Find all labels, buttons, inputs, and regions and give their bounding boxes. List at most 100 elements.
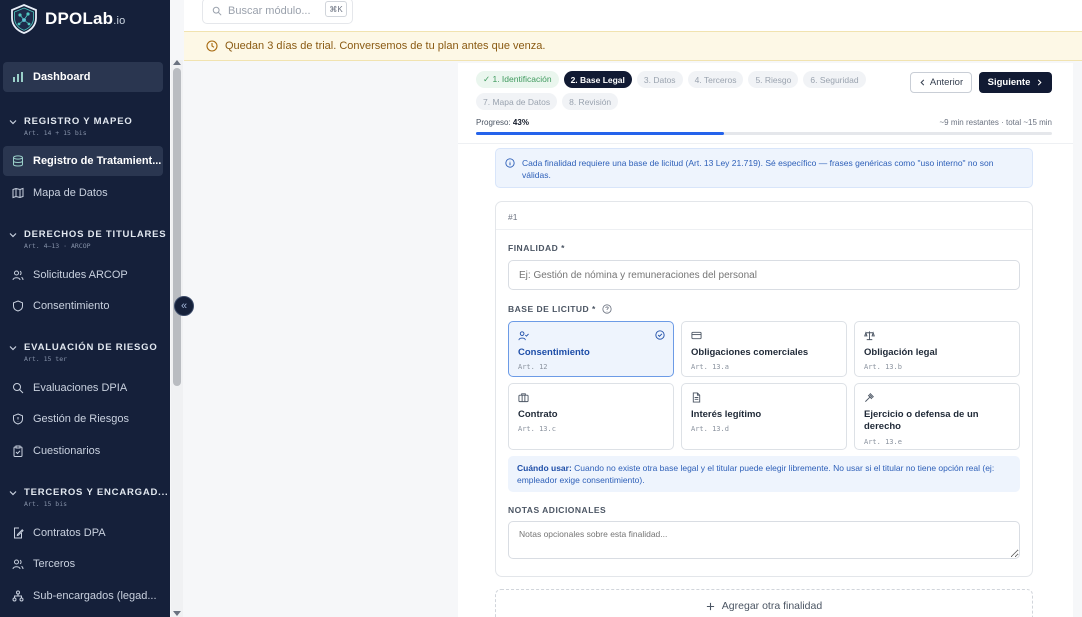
sidebar-item-contratos-dpa[interactable]: Contratos DPA <box>3 518 163 548</box>
purpose-number: #1 <box>508 212 518 222</box>
divider <box>496 229 1032 230</box>
basis-hint: Cuándo usar: Cuando no existe otra base … <box>508 456 1020 492</box>
next-button[interactable]: Siguiente <box>979 72 1052 93</box>
sidebar-item-evaluaciones-dpia[interactable]: Evaluaciones DPIA <box>3 373 163 403</box>
sidebar-item-sub-encargados[interactable]: Sub-encargados (legad... <box>3 581 163 611</box>
sidebar-scrollbar[interactable] <box>171 60 183 617</box>
top-header: Buscar módulo... ⌘K <box>184 0 1082 31</box>
bar-chart-icon <box>13 72 23 82</box>
network-icon <box>12 590 24 602</box>
scroll-up-arrow-icon[interactable] <box>173 60 181 65</box>
sidebar-item-label: Registro de Tratamient... <box>33 155 162 167</box>
search-icon <box>13 383 24 394</box>
wizard-card: ✓ 1. Identificación 2. Base Legal 3. Datos… <box>458 63 1073 617</box>
sidebar-item-dashboard[interactable]: Dashboard <box>3 62 163 92</box>
sidebar-item-gestion-riesgos[interactable]: Gestión de Riesgos <box>3 404 163 434</box>
basis-option-consentimiento[interactable]: Consentimiento Art. 12 <box>508 321 674 377</box>
basis-option-contrato[interactable]: Contrato Art. 13.c <box>508 383 674 450</box>
divider <box>458 143 1073 144</box>
brand-name: DPOLab.io <box>45 9 126 28</box>
brand-logo[interactable]: DPOLab.io <box>8 3 125 35</box>
progress-bar-fill <box>476 132 724 135</box>
finalidad-input[interactable] <box>508 260 1020 290</box>
wizard-step[interactable]: 3. Datos <box>636 71 683 88</box>
section-terceros-sub: Art. 15 bis <box>24 500 68 508</box>
search-icon <box>212 6 222 16</box>
wizard-step[interactable]: 5. Riesgo <box>748 71 799 88</box>
clipboard-icon <box>13 445 23 457</box>
sidebar-item-label: Consentimiento <box>33 300 110 312</box>
finalidad-label: FINALIDAD * <box>508 243 565 253</box>
card-icon <box>691 331 702 340</box>
section-registro[interactable]: REGISTRO Y MAPEO <box>9 116 133 127</box>
notes-label: NOTAS ADICIONALES <box>508 505 607 515</box>
section-terceros[interactable]: TERCEROS Y ENCARGAD... <box>9 487 168 498</box>
info-alert: Cada finalidad requiere una base de lici… <box>495 148 1033 188</box>
basis-option-obligaciones-comerciales[interactable]: Obligaciones comerciales Art. 13.a <box>681 321 847 377</box>
basis-option-ejercicio-derecho[interactable]: Ejercicio o defensa de un derecho Art. 1… <box>854 383 1020 450</box>
basis-option-interes-legitimo[interactable]: Interés legítimo Art. 13.d <box>681 383 847 450</box>
section-derechos[interactable]: DERECHOS DE TITULARES <box>9 229 166 240</box>
briefcase-icon <box>518 393 529 403</box>
chevron-down-icon <box>9 345 17 350</box>
sidebar-item-solicitudes-arcop[interactable]: Solicitudes ARCOP <box>3 260 163 290</box>
trial-banner: Quedan 3 días de trial. Conversemos de t… <box>184 31 1082 61</box>
scroll-down-arrow-icon[interactable] <box>173 611 181 616</box>
map-icon <box>12 187 24 199</box>
help-circle-icon[interactable] <box>602 304 612 314</box>
previous-button[interactable]: Anterior <box>910 72 972 93</box>
check-circle-icon <box>655 330 665 340</box>
users-icon <box>12 559 24 570</box>
section-registro-sub: Art. 14 + 15 bis <box>24 129 87 137</box>
sidebar-item-label: Mapa de Datos <box>33 187 108 199</box>
chevron-down-icon <box>9 490 17 495</box>
wizard-step[interactable]: 8. Revisión <box>562 93 619 110</box>
sidebar: DPOLab.io Dashboard REGISTRO Y MAPEO Art… <box>0 0 170 617</box>
user-check-icon <box>518 331 529 341</box>
wizard-steps: ✓ 1. Identificación 2. Base Legal 3. Datos… <box>476 71 896 110</box>
purpose-card: #1 FINALIDAD * BASE DE LICITUD * Consent… <box>495 201 1033 577</box>
sidebar-item-label: Evaluaciones DPIA <box>33 382 128 394</box>
chevron-down-icon <box>9 119 17 124</box>
sidebar-item-label: Solicitudes ARCOP <box>33 269 128 281</box>
progress-time: ~9 min restantes · total ~15 min <box>939 118 1053 127</box>
basis-option-obligacion-legal[interactable]: Obligación legal Art. 13.b <box>854 321 1020 377</box>
progress-bar <box>476 132 1052 135</box>
wizard-step[interactable]: ✓ 1. Identificación <box>476 71 559 88</box>
info-icon <box>505 158 515 168</box>
sidebar-item-registro-tratamiento[interactable]: Registro de Tratamient... <box>3 146 163 176</box>
scrollbar-thumb[interactable] <box>173 68 181 386</box>
wizard-step[interactable]: 4. Terceros <box>687 71 744 88</box>
database-icon <box>13 155 23 167</box>
search-placeholder: Buscar módulo... <box>228 5 311 17</box>
notes-textarea[interactable] <box>508 521 1020 559</box>
sidebar-item-label: Dashboard <box>33 71 91 83</box>
shield-icon <box>13 300 23 312</box>
sidebar-item-consentimiento[interactable]: Consentimiento <box>3 291 163 321</box>
sidebar-item-terceros[interactable]: Terceros <box>3 549 163 579</box>
shortcut-badge: ⌘K <box>325 1 347 17</box>
users-icon <box>12 270 24 281</box>
sidebar-item-mapa-datos[interactable]: Mapa de Datos <box>3 178 163 208</box>
document-icon <box>692 392 701 403</box>
scale-icon <box>864 331 875 341</box>
section-derechos-sub: Art. 4–13 · ARCOP <box>24 242 91 250</box>
file-edit-icon <box>14 527 24 539</box>
wizard-step[interactable]: 6. Seguridad <box>803 71 866 88</box>
sidebar-item-label: Sub-encargados (legad... <box>33 590 157 602</box>
gavel-icon <box>865 393 874 402</box>
chevron-down-icon <box>9 232 17 237</box>
collapse-sidebar-button[interactable]: « <box>174 296 194 316</box>
plus-icon <box>706 602 714 610</box>
info-alert-text: Cada finalidad requiere una base de lici… <box>522 158 994 181</box>
sidebar-item-cuestionarios[interactable]: Cuestionarios <box>3 436 163 466</box>
section-evaluacion[interactable]: EVALUACIÓN DE RIESGO <box>9 342 158 353</box>
wizard-step[interactable]: 7. Mapa de Datos <box>476 93 558 110</box>
progress-label: Progreso: 43% <box>476 118 529 127</box>
double-chevron-left-icon: « <box>180 300 188 312</box>
search-input[interactable]: Buscar módulo... ⌘K <box>202 0 353 24</box>
clock-icon <box>206 40 218 52</box>
wizard-step[interactable]: 2. Base Legal <box>563 71 632 88</box>
add-purpose-button[interactable]: Agregar otra finalidad <box>495 589 1033 617</box>
shield-alert-icon <box>13 413 23 425</box>
